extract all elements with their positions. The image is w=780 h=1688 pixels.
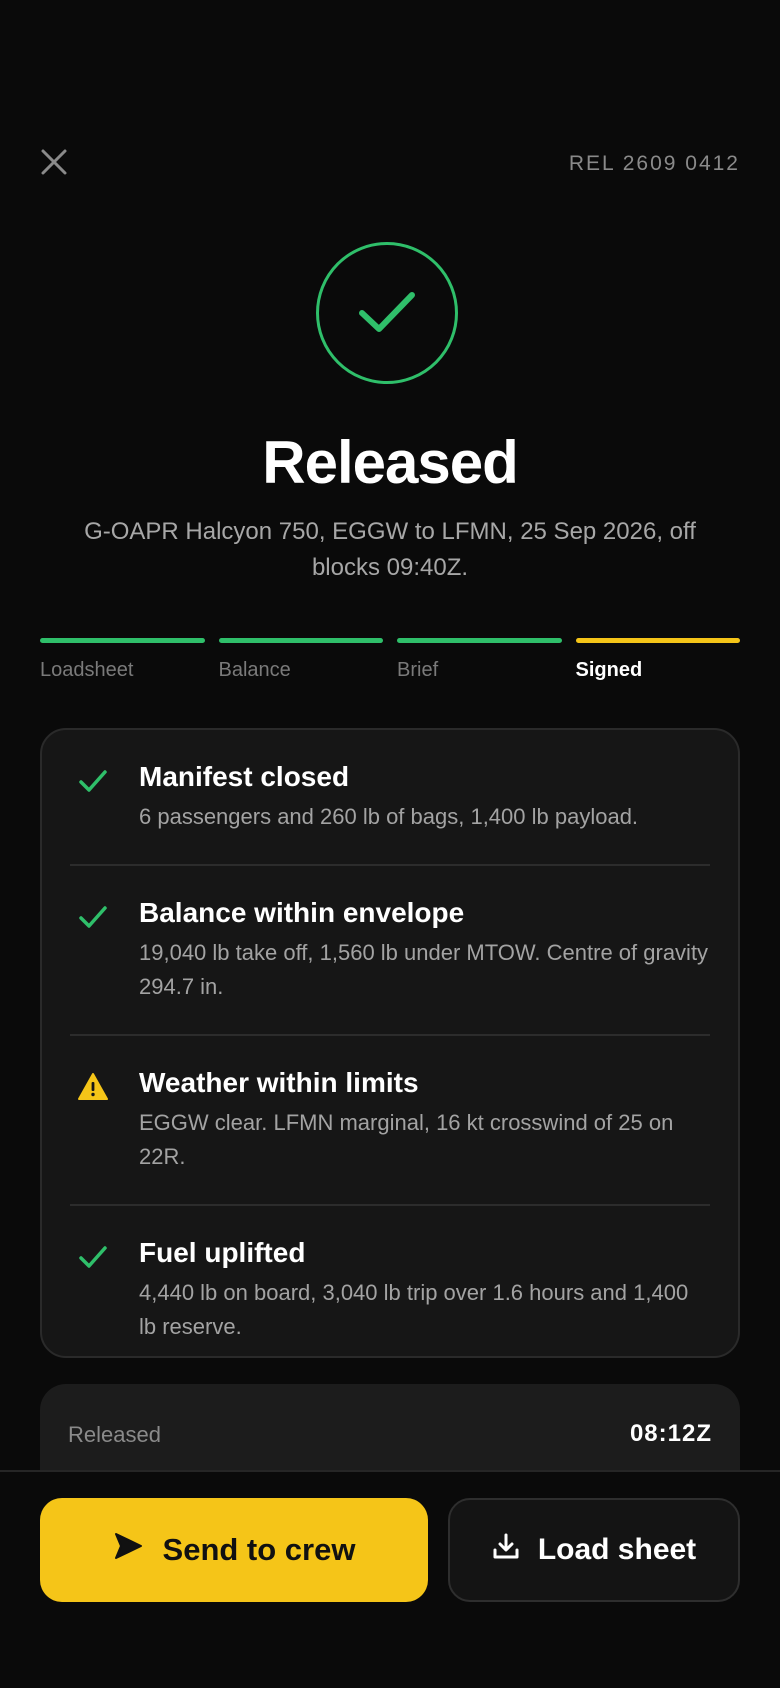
send-icon <box>113 1531 143 1569</box>
checklist-item-balance: Balance within envelope 19,040 lb take o… <box>70 866 710 1036</box>
release-reference: REL 2609 0412 <box>568 152 740 175</box>
page-title: Released <box>262 429 519 496</box>
flight-summary: G-OAPR Halcyon 750, EGGW to LFMN, 25 Sep… <box>84 518 696 581</box>
send-to-crew-label: Send to crew <box>162 1532 356 1567</box>
load-sheet-label: Load sheet <box>537 1533 697 1566</box>
progress-steps: Loadsheet Balance Brief Signed <box>40 638 740 682</box>
summary-label: Released <box>68 1422 161 1447</box>
checklist-description: 19,040 lb take off, 1,560 lb under MTOW.… <box>139 940 709 999</box>
load-sheet-button[interactable]: Load sheet <box>448 1498 740 1602</box>
step-bar <box>397 638 562 643</box>
checklist-description: 6 passengers and 260 lb of bags, 1,400 l… <box>139 804 639 829</box>
summary-value: 08:12Z <box>629 1420 712 1447</box>
checklist-description: 4,440 lb on board, 3,040 lb trip over 1.… <box>139 1280 689 1339</box>
checklist-item-fuel: Fuel uplifted 4,440 lb on board, 3,040 l… <box>70 1206 710 1374</box>
step-bar <box>575 638 740 643</box>
step-bar <box>40 638 205 643</box>
checklist-item-weather: Weather within limits EGGW clear. LFMN m… <box>70 1036 710 1206</box>
send-to-crew-button[interactable]: Send to crew <box>40 1498 428 1602</box>
check-icon <box>78 766 108 796</box>
checklist-heading: Balance within envelope <box>139 897 465 928</box>
checklist-heading: Fuel uplifted <box>139 1237 306 1268</box>
release-checklist: Manifest closed 6 passengers and 260 lb … <box>40 728 740 1358</box>
close-icon[interactable] <box>40 148 68 176</box>
step-brief: Brief <box>397 638 562 682</box>
checklist-description: EGGW clear. LFMN marginal, 16 kt crosswi… <box>139 1110 674 1169</box>
step-label: Signed <box>575 659 643 681</box>
checklist-heading: Weather within limits <box>139 1067 419 1098</box>
top-bar: REL 2609 0412 <box>40 144 740 184</box>
step-signed: Signed <box>575 638 740 682</box>
download-icon <box>492 1532 520 1568</box>
checklist-heading: Manifest closed <box>139 761 350 792</box>
check-icon <box>78 1242 108 1272</box>
step-loadsheet: Loadsheet <box>40 638 205 682</box>
step-bar <box>218 638 383 643</box>
checklist-item-manifest: Manifest closed 6 passengers and 260 lb … <box>70 730 710 866</box>
check-icon <box>78 902 108 932</box>
step-label: Balance <box>218 659 291 681</box>
step-label: Loadsheet <box>40 659 134 681</box>
check-circle-icon <box>316 242 458 384</box>
action-bar: Send to crew Load sheet <box>0 1470 780 1688</box>
warning-icon <box>78 1072 108 1102</box>
step-balance: Balance <box>218 638 383 682</box>
step-label: Brief <box>397 659 439 681</box>
